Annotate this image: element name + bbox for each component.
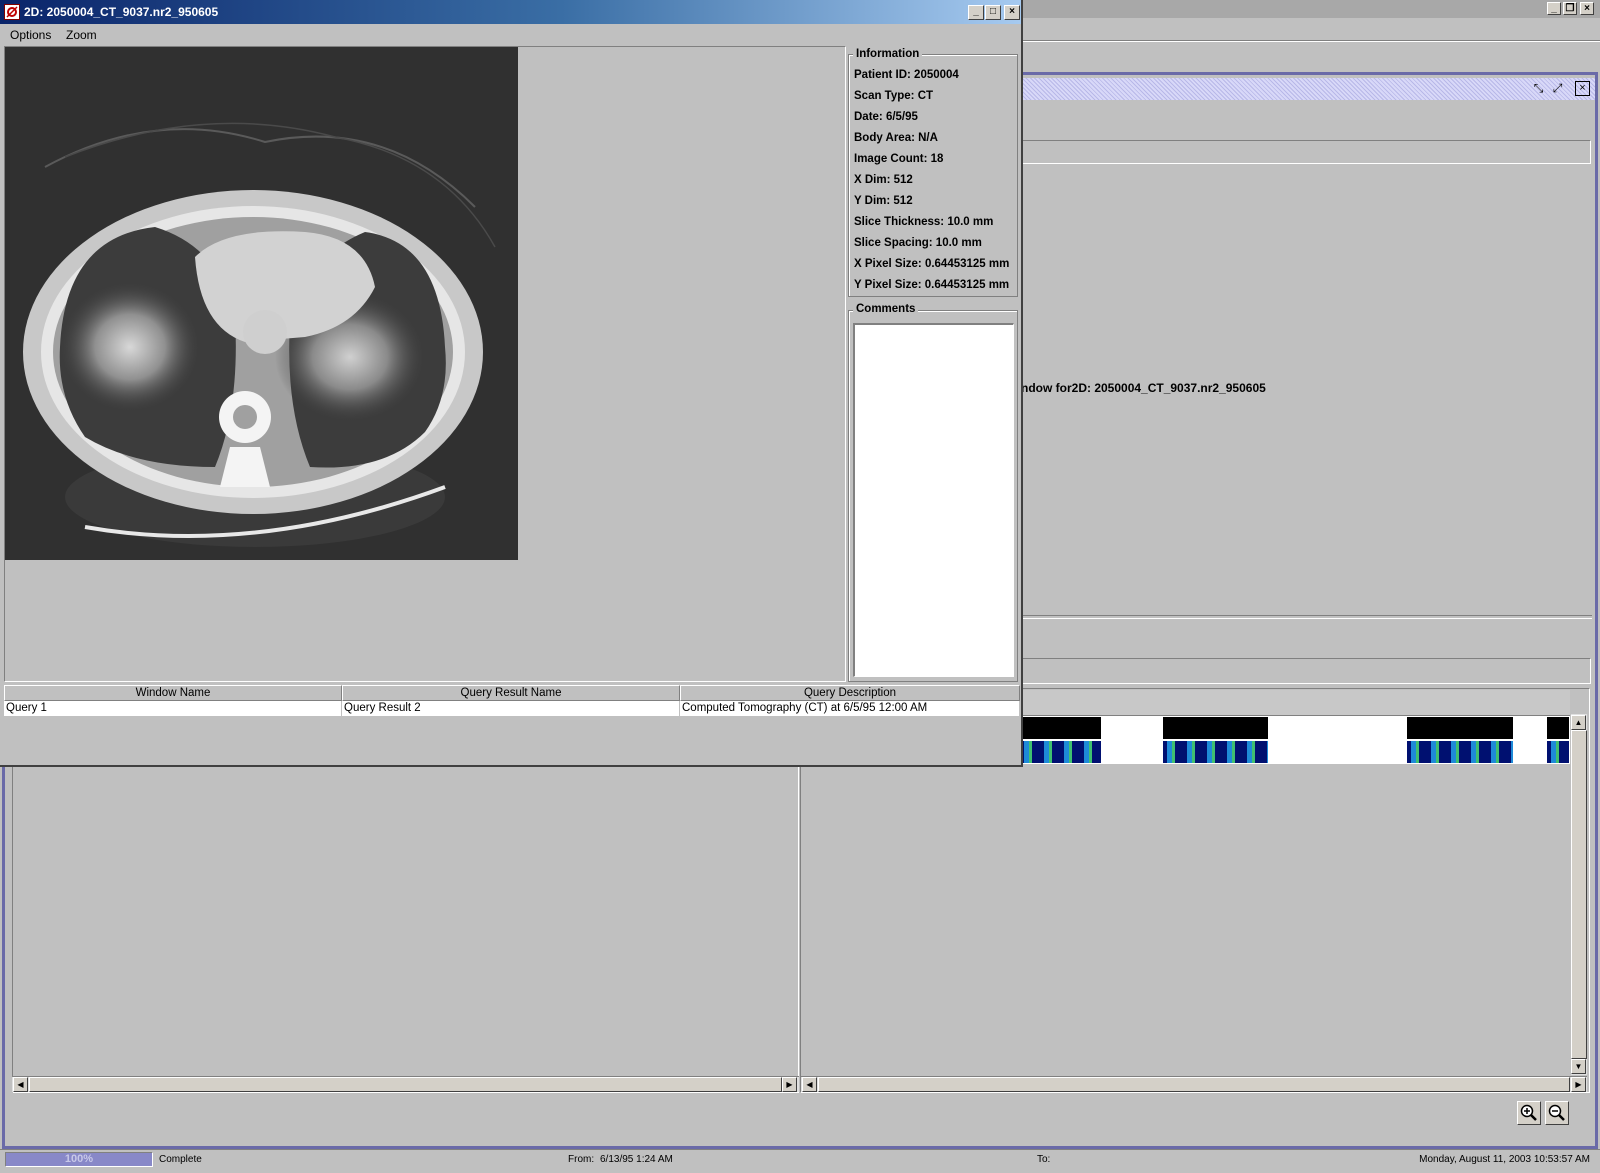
info-row: Slice Spacing: 10.0 mm — [854, 237, 982, 249]
ct-scan-image[interactable] — [5, 47, 518, 560]
info-row: Image Count: 18 — [854, 153, 944, 165]
info-row: Scan Type: CT — [854, 90, 934, 102]
timeline-hscroll-thumb[interactable] — [818, 1077, 1570, 1092]
progress-label: 100% — [64, 1153, 94, 1165]
progress-bar: 100% — [5, 1152, 153, 1167]
status-bar — [0, 1149, 1600, 1173]
upper-panel-divider — [1005, 615, 1592, 619]
table-cell-query-result-name[interactable]: Query Result 2 — [342, 701, 680, 716]
info-row: Y Pixel Size: 0.64453125 mm — [854, 279, 1010, 291]
main-close-button[interactable]: × — [1580, 2, 1594, 15]
from-value: 6/13/95 1:24 AM — [600, 1154, 673, 1165]
timeline-scroll-up-arrow[interactable]: ▲ — [1571, 715, 1586, 730]
query-table: Window Name Query Result Name Query Desc… — [4, 685, 1020, 765]
thumbnail-strip-color-3[interactable] — [1407, 741, 1513, 763]
info-row: Body Area: N/A — [854, 132, 938, 144]
thumbnail-strip-dark-4[interactable] — [1547, 717, 1569, 739]
window-2d: 2D: 2050004_CT_9037.nr2_950605 _ □ × Opt… — [0, 0, 1023, 767]
zoom-in-button[interactable] — [1517, 1101, 1541, 1125]
minimize-button[interactable]: _ — [968, 5, 984, 20]
info-row: Patient ID: 2050004 — [854, 69, 959, 81]
timeline-control-panel — [1005, 658, 1591, 684]
window-2d-title: 2D: 2050004_CT_9037.nr2_950605 — [24, 5, 219, 19]
timeline-scroll-left-arrow[interactable]: ◀ — [802, 1077, 817, 1092]
information-legend: Information — [853, 48, 923, 60]
comments-textarea[interactable] — [853, 323, 1014, 677]
left-scroll-right-arrow[interactable]: ▶ — [782, 1077, 797, 1092]
thumbnail-strip-dark-3[interactable] — [1407, 717, 1513, 739]
thumbnail-strip-color-2[interactable] — [1163, 741, 1268, 763]
info-row: X Dim: 512 — [854, 174, 913, 186]
from-label: From: — [568, 1154, 595, 1165]
info-row: Slice Thickness: 10.0 mm — [854, 216, 994, 228]
main-titlebar — [1000, 0, 1600, 18]
status-text: Complete — [159, 1154, 202, 1165]
info-row: Date: 6/5/95 — [854, 111, 918, 123]
thumbnail-strip-color-1[interactable] — [1020, 741, 1101, 763]
left-scroll-left-arrow[interactable]: ◀ — [13, 1077, 28, 1092]
timeline-scroll-right-arrow[interactable]: ▶ — [1571, 1077, 1586, 1092]
menu-bar: Options Zoom — [0, 24, 1021, 46]
info-row: X Pixel Size: 0.64453125 mm — [854, 258, 1010, 270]
datetime-display: Monday, August 11, 2003 10:53:57 AM — [1419, 1154, 1590, 1165]
timeline-vscroll-thumb[interactable] — [1571, 730, 1587, 1059]
table-cell-window-name[interactable]: Query 1 — [4, 701, 342, 716]
restore-icon[interactable]: ⤢ — [1550, 81, 1565, 96]
thumbnail-strip-dark-2[interactable] — [1163, 717, 1268, 739]
main-minimize-button[interactable]: _ — [1547, 2, 1561, 15]
information-rows: Patient ID: 2050004 Scan Type: CT Date: 6/… — [848, 69, 1018, 294]
thumbnail-strip-color-4[interactable] — [1547, 741, 1569, 763]
to-label: To: — [1037, 1154, 1051, 1165]
table-cell-query-description[interactable]: Computed Tomography (CT) at 6/5/95 12:00… — [680, 701, 1020, 716]
close-icon: × — [1009, 6, 1015, 17]
maximize-icon: □ — [989, 6, 997, 17]
column-header-window-name[interactable]: Window Name — [4, 685, 342, 701]
thumbnail-strip-dark-1[interactable] — [1020, 717, 1101, 739]
frame-close-icon[interactable]: × — [1575, 81, 1590, 96]
column-header-query-description[interactable]: Query Description — [680, 685, 1020, 701]
zoom-in-icon — [1520, 1104, 1537, 1121]
timeline-header — [1005, 690, 1570, 716]
close-button[interactable]: × — [1004, 5, 1020, 20]
maximize-button[interactable]: □ — [985, 5, 1001, 20]
visualization-text: ndow for2D: 2050004_CT_9037.nr2_950605 — [1021, 381, 1266, 395]
field-panel — [1005, 140, 1591, 164]
internal-frame-titlebar — [1005, 78, 1595, 100]
zoom-out-button[interactable] — [1545, 1101, 1569, 1125]
iconify-icon[interactable]: ⤡ — [1531, 81, 1546, 96]
menu-options[interactable]: Options — [10, 28, 51, 42]
main-toolbar-divider — [1000, 40, 1600, 42]
column-header-query-result-name[interactable]: Query Result Name — [342, 685, 680, 701]
timeline-scroll-down-arrow[interactable]: ▼ — [1571, 1059, 1586, 1074]
main-restore-button[interactable]: ❐ — [1563, 2, 1577, 15]
comments-legend: Comments — [853, 303, 919, 315]
menu-zoom[interactable]: Zoom — [66, 28, 97, 42]
info-row: Y Dim: 512 — [854, 195, 913, 207]
app-icon — [4, 4, 20, 20]
image-viewport[interactable] — [4, 46, 846, 682]
left-scroll-thumb[interactable] — [29, 1077, 782, 1092]
minimize-icon: _ — [973, 6, 979, 17]
zoom-out-icon — [1548, 1104, 1565, 1121]
